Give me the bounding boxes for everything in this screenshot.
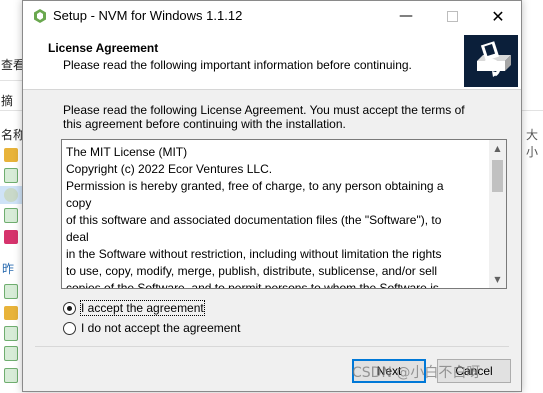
close-button[interactable]: ✕ xyxy=(475,1,521,31)
license-line: to use, copy, modify, merge, publish, di… xyxy=(66,264,438,278)
bg-divider xyxy=(0,80,22,81)
installer-logo-icon xyxy=(464,35,518,87)
bg-file-icon xyxy=(4,346,18,361)
scroll-up-icon[interactable]: ▲ xyxy=(489,140,506,157)
bg-file-icon xyxy=(4,284,18,299)
bg-file-icon xyxy=(4,208,18,223)
accept-radio[interactable] xyxy=(63,301,76,315)
license-line: Permission is hereby granted, free of ch… xyxy=(66,179,447,210)
bg-file-icon xyxy=(4,368,18,383)
license-line: The MIT License (MIT) xyxy=(66,145,188,159)
decline-option[interactable]: I do not accept the agreement xyxy=(63,321,240,335)
bg-folder-icon xyxy=(4,306,18,320)
bg-column-size: 大小 xyxy=(526,128,539,159)
scroll-down-icon[interactable]: ▼ xyxy=(489,271,506,288)
accept-option[interactable]: I accept the agreement xyxy=(63,300,205,316)
license-line: copies of the Software, and to permit pe… xyxy=(66,281,439,289)
bg-app-icon xyxy=(4,188,18,202)
setup-dialog: Setup - NVM for Windows 1.1.12 — ✕ Licen… xyxy=(22,0,522,392)
license-line: of this software and associated document… xyxy=(66,213,445,244)
license-line: in the Software without restriction, inc… xyxy=(66,247,442,261)
bg-app-icon xyxy=(4,230,18,244)
page-subtitle: Please read the following important info… xyxy=(63,58,412,72)
license-line: Copyright (c) 2022 Ecor Ventures LLC. xyxy=(66,162,273,176)
maximize-button[interactable] xyxy=(429,1,475,31)
scroll-thumb[interactable] xyxy=(492,160,503,192)
bg-divider xyxy=(520,110,543,111)
bg-group-yesterday: 昨 xyxy=(2,262,15,276)
footer-divider xyxy=(35,346,509,347)
bg-file-icon xyxy=(4,168,18,183)
title-bar[interactable]: Setup - NVM for Windows 1.1.12 — ✕ xyxy=(23,1,521,31)
bg-file-icon xyxy=(4,326,18,341)
bg-folder-icon xyxy=(4,148,18,162)
watermark-text: CSDN @小白不白呀 xyxy=(352,365,481,381)
decline-radio[interactable] xyxy=(63,321,76,335)
window-title: Setup - NVM for Windows 1.1.12 xyxy=(53,8,243,23)
maximize-icon xyxy=(446,10,458,22)
license-text-box[interactable]: The MIT License (MIT) Copyright (c) 2022… xyxy=(61,139,507,289)
wizard-header: License Agreement Please read the follow… xyxy=(23,31,521,90)
bg-divider xyxy=(0,110,22,111)
decline-label[interactable]: I do not accept the agreement xyxy=(81,321,240,335)
accept-label[interactable]: I accept the agreement xyxy=(80,300,205,316)
minimize-button[interactable]: — xyxy=(383,1,429,31)
page-title: License Agreement xyxy=(48,41,159,55)
bg-fragment: 摘 xyxy=(1,94,14,108)
license-intro-text: Please read the following License Agreem… xyxy=(63,103,465,131)
nvm-app-icon xyxy=(34,9,46,23)
license-scrollbar[interactable]: ▲ ▼ xyxy=(489,140,506,288)
license-content: The MIT License (MIT) Copyright (c) 2022… xyxy=(66,144,447,289)
